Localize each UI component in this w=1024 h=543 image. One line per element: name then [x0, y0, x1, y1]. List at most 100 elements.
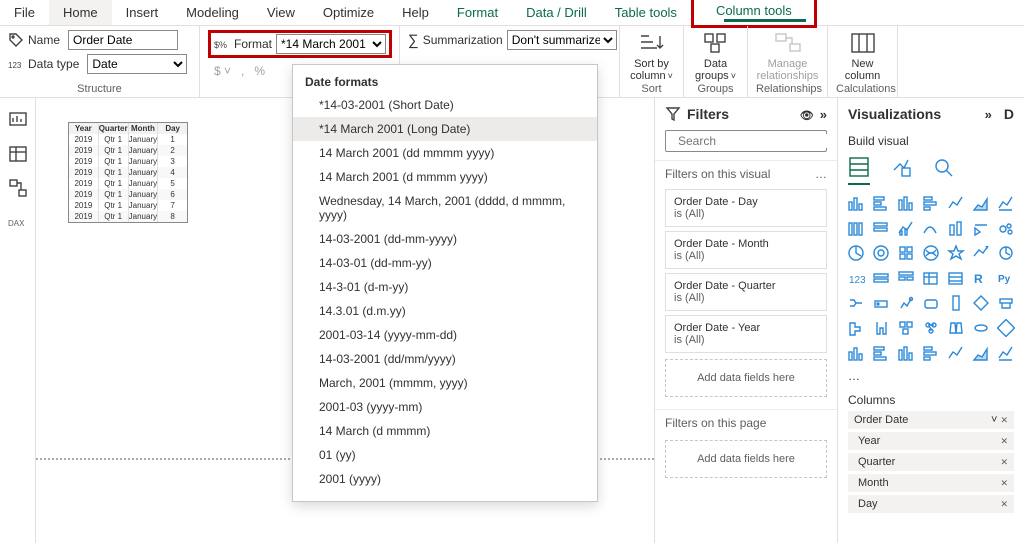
tab-file[interactable]: File	[0, 0, 49, 25]
table-row[interactable]: 2019Qtr 1January5	[69, 178, 187, 189]
currency-button[interactable]: $ ˅	[214, 64, 231, 78]
viz-type-icon[interactable]	[896, 243, 916, 263]
format-option[interactable]: 14-03-01 (dd-mm-yy)	[293, 251, 597, 275]
viz-type-icon[interactable]	[971, 318, 991, 338]
field-chip[interactable]: Month	[848, 474, 1014, 492]
filter-card[interactable]: Order Date - Yearis (All)	[665, 315, 827, 353]
format-option[interactable]: 14 March 2001 (d mmmm yyyy)	[293, 165, 597, 189]
viz-type-icon[interactable]	[996, 193, 1016, 213]
tab-format[interactable]: Format	[443, 0, 512, 25]
viz-type-icon[interactable]	[921, 343, 941, 363]
viz-type-icon[interactable]: 123	[846, 268, 866, 288]
format-option[interactable]: 01 (yy)	[293, 443, 597, 467]
viz-type-icon[interactable]	[871, 218, 891, 238]
viz-type-icon[interactable]	[846, 318, 866, 338]
viz-type-icon[interactable]	[871, 293, 891, 313]
col-month[interactable]: Month	[129, 123, 159, 134]
filter-card[interactable]: Order Date - Dayis (All)	[665, 189, 827, 227]
viz-collapse-icon[interactable]	[985, 106, 992, 122]
viz-type-icon[interactable]	[871, 193, 891, 213]
format-option[interactable]: 14 March 2001 (dd mmmm yyyy)	[293, 141, 597, 165]
viz-type-icon[interactable]	[996, 318, 1016, 338]
tab-insert[interactable]: Insert	[112, 0, 173, 25]
table-row[interactable]: 2019Qtr 1January6	[69, 189, 187, 200]
filters-visual-more[interactable]	[815, 167, 827, 181]
filters-collapse-icon[interactable]	[820, 106, 827, 122]
viz-type-icon[interactable]	[896, 293, 916, 313]
build-mode-icon[interactable]	[848, 156, 870, 185]
viz-type-icon[interactable]	[946, 343, 966, 363]
analytics-mode-icon[interactable]	[932, 156, 954, 185]
field-chip[interactable]: Quarter	[848, 453, 1014, 471]
tab-help[interactable]: Help	[388, 0, 443, 25]
viz-type-icon[interactable]	[896, 343, 916, 363]
report-view-icon[interactable]	[8, 110, 28, 130]
viz-type-icon[interactable]	[996, 343, 1016, 363]
data-pane-label[interactable]: D	[1004, 106, 1014, 122]
viz-type-icon[interactable]	[871, 243, 891, 263]
viz-type-icon[interactable]	[921, 268, 941, 288]
table-row[interactable]: 2019Qtr 1January2	[69, 145, 187, 156]
sort-by-column-button[interactable]: Sort by column	[630, 58, 673, 82]
viz-type-icon[interactable]	[871, 268, 891, 288]
filters-add-visual[interactable]: Add data fields here	[665, 359, 827, 397]
viz-type-icon[interactable]	[971, 243, 991, 263]
viz-type-icon[interactable]: R	[971, 268, 991, 288]
format-option[interactable]: 14-3-01 (d-m-yy)	[293, 275, 597, 299]
viz-gallery-more[interactable]	[838, 365, 1024, 387]
viz-type-icon[interactable]	[871, 343, 891, 363]
viz-type-icon[interactable]	[896, 193, 916, 213]
viz-type-icon[interactable]	[871, 318, 891, 338]
format-select[interactable]: *14 March 2001 (Lon	[276, 34, 386, 54]
viz-type-icon[interactable]	[846, 218, 866, 238]
viz-type-icon[interactable]	[946, 318, 966, 338]
model-view-icon[interactable]	[8, 178, 28, 198]
table-view-icon[interactable]	[8, 144, 28, 164]
filters-visibility-icon[interactable]	[800, 106, 814, 122]
format-option[interactable]: Wednesday, 14 March, 2001 (dddd, d mmmm,…	[293, 189, 597, 227]
viz-type-icon[interactable]	[996, 243, 1016, 263]
viz-type-icon[interactable]	[996, 218, 1016, 238]
percent-button[interactable]: %	[254, 64, 265, 78]
format-mode-icon[interactable]	[890, 156, 912, 185]
format-option[interactable]: 2001 (yyyy)	[293, 467, 597, 491]
dax-view-icon[interactable]: DAX	[8, 212, 28, 232]
filters-add-page[interactable]: Add data fields here	[665, 440, 827, 478]
viz-type-icon[interactable]	[921, 218, 941, 238]
viz-type-icon[interactable]	[946, 218, 966, 238]
tab-home[interactable]: Home	[49, 0, 112, 25]
viz-type-icon[interactable]	[946, 193, 966, 213]
matrix-visual[interactable]: Year Quarter Month Day 2019Qtr 1January1…	[68, 122, 188, 223]
viz-type-icon[interactable]	[921, 318, 941, 338]
format-option[interactable]: 14 March (d mmmm)	[293, 419, 597, 443]
viz-type-icon[interactable]	[846, 293, 866, 313]
filter-card[interactable]: Order Date - Monthis (All)	[665, 231, 827, 269]
table-row[interactable]: 2019Qtr 1January3	[69, 156, 187, 167]
format-option[interactable]: 14-03-2001 (dd-mm-yyyy)	[293, 227, 597, 251]
format-option[interactable]: *14 March 2001 (Long Date)	[293, 117, 597, 141]
viz-type-icon[interactable]	[971, 343, 991, 363]
col-year[interactable]: Year	[69, 123, 99, 134]
filter-card[interactable]: Order Date - Quarteris (All)	[665, 273, 827, 311]
field-chip[interactable]: Day	[848, 495, 1014, 513]
viz-type-icon[interactable]	[896, 218, 916, 238]
col-day[interactable]: Day	[158, 123, 187, 134]
viz-type-icon[interactable]	[921, 293, 941, 313]
name-input[interactable]	[68, 30, 178, 50]
new-column-button[interactable]: New column	[845, 58, 880, 82]
data-groups-button[interactable]: Data groups	[695, 58, 736, 82]
datatype-select[interactable]: Date	[87, 54, 187, 74]
viz-type-icon[interactable]	[971, 293, 991, 313]
viz-type-icon[interactable]	[996, 293, 1016, 313]
viz-type-icon[interactable]	[846, 243, 866, 263]
format-option[interactable]: 2001-03-14 (yyyy-mm-dd)	[293, 323, 597, 347]
tab-view[interactable]: View	[253, 0, 309, 25]
viz-type-icon[interactable]	[921, 243, 941, 263]
tab-modeling[interactable]: Modeling	[172, 0, 253, 25]
format-option[interactable]: March, 2001 (mmmm, yyyy)	[293, 371, 597, 395]
tab-table-tools[interactable]: Table tools	[601, 0, 691, 25]
viz-type-icon[interactable]	[896, 268, 916, 288]
viz-type-icon[interactable]	[846, 193, 866, 213]
table-row[interactable]: 2019Qtr 1January1	[69, 134, 187, 145]
format-option[interactable]: *14-03-2001 (Short Date)	[293, 93, 597, 117]
